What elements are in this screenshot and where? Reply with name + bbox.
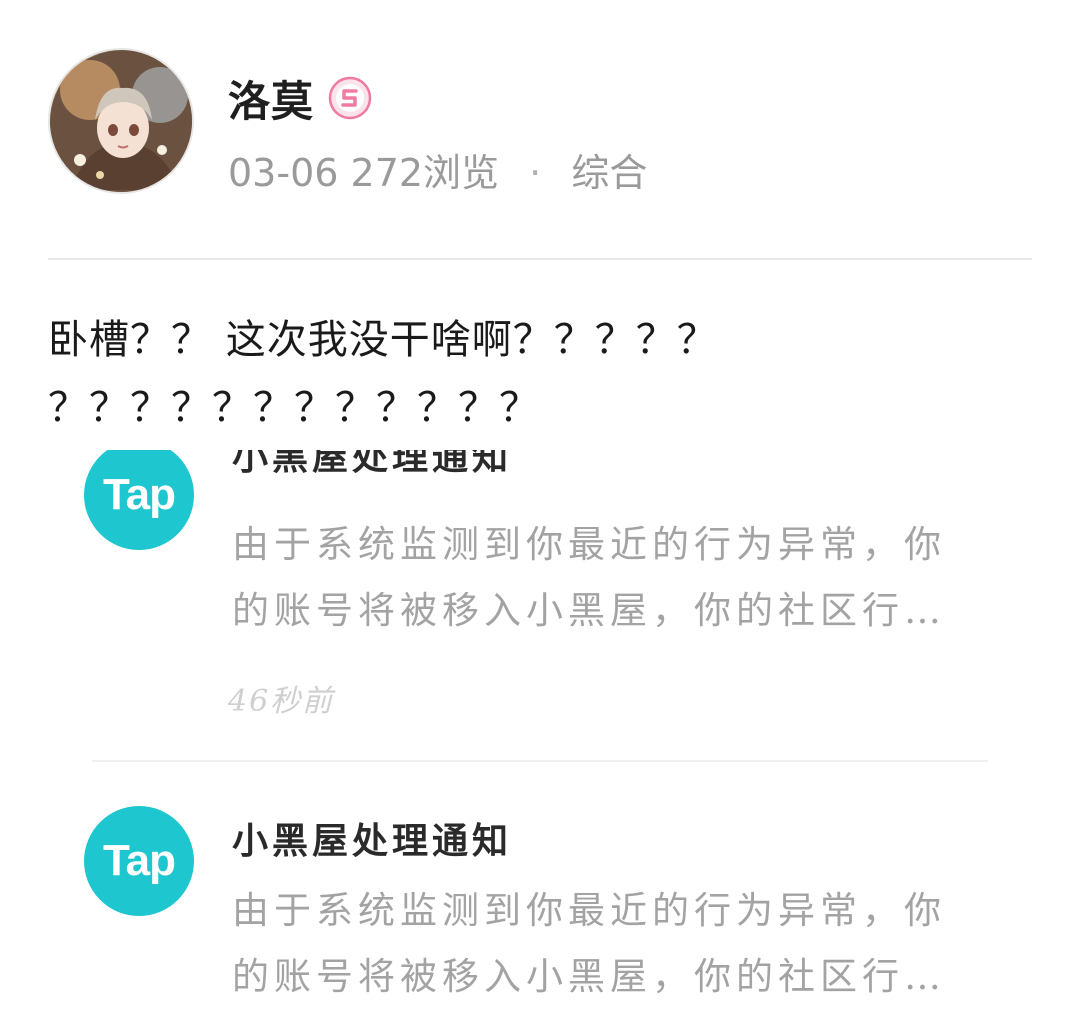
author-name[interactable]: 洛莫	[228, 68, 314, 129]
notification-text-line: 的账号将被移入小黑屋，你的社区行…	[232, 955, 946, 998]
post-header: 洛莫 03-06 272浏览 · 综合	[48, 48, 1032, 198]
tap-logo-text: Tap	[103, 470, 176, 519]
tap-logo-text: Tap	[103, 836, 176, 885]
avatar-illustration-icon	[50, 50, 192, 192]
post-meta: 03-06 272浏览 · 综合	[228, 142, 647, 197]
tap-logo-icon: Tap	[84, 806, 194, 916]
notification-title: 小黑屋处理通知	[232, 450, 513, 478]
post-body: 卧槽？？ 这次我没干啥啊？？？？？ ？？？？？？？？？？？？	[48, 306, 1032, 442]
header-divider	[48, 258, 1032, 260]
author-row: 洛莫	[228, 70, 372, 126]
notification-title: 小黑屋处理通知	[232, 820, 513, 862]
post-views: 272浏览	[350, 151, 500, 195]
notification-text: 由于系统监测到你最近的行为异常，你 的账号将被移入小黑屋，你的社区行…	[232, 512, 992, 644]
post-body-line: 卧槽？？ 这次我没干啥啊？？？？？	[48, 317, 718, 363]
embedded-screenshot[interactable]: Tap 小黑屋处理通知 由于系统监测到你最近的行为异常，你 的账号将被移入小黑屋…	[48, 450, 1032, 1030]
notification-text-line: 由于系统监测到你最近的行为异常，你	[232, 889, 946, 932]
user-avatar[interactable]	[48, 48, 194, 194]
notification-time: 46秒前	[228, 684, 335, 719]
level-badge-icon	[328, 76, 372, 120]
notification-text-line: 的账号将被移入小黑屋，你的社区行…	[232, 589, 946, 632]
notification-divider	[92, 760, 988, 762]
post-date: 03-06	[228, 151, 339, 195]
notification-text-line: 由于系统监测到你最近的行为异常，你	[232, 523, 946, 566]
notification-text: 由于系统监测到你最近的行为异常，你 的账号将被移入小黑屋，你的社区行…	[232, 878, 992, 1010]
post-body-line: ？？？？？？？？？？？？	[48, 385, 540, 431]
meta-separator: ·	[529, 151, 542, 195]
tap-logo-icon: Tap	[84, 450, 194, 550]
post-category[interactable]: 综合	[571, 151, 647, 195]
